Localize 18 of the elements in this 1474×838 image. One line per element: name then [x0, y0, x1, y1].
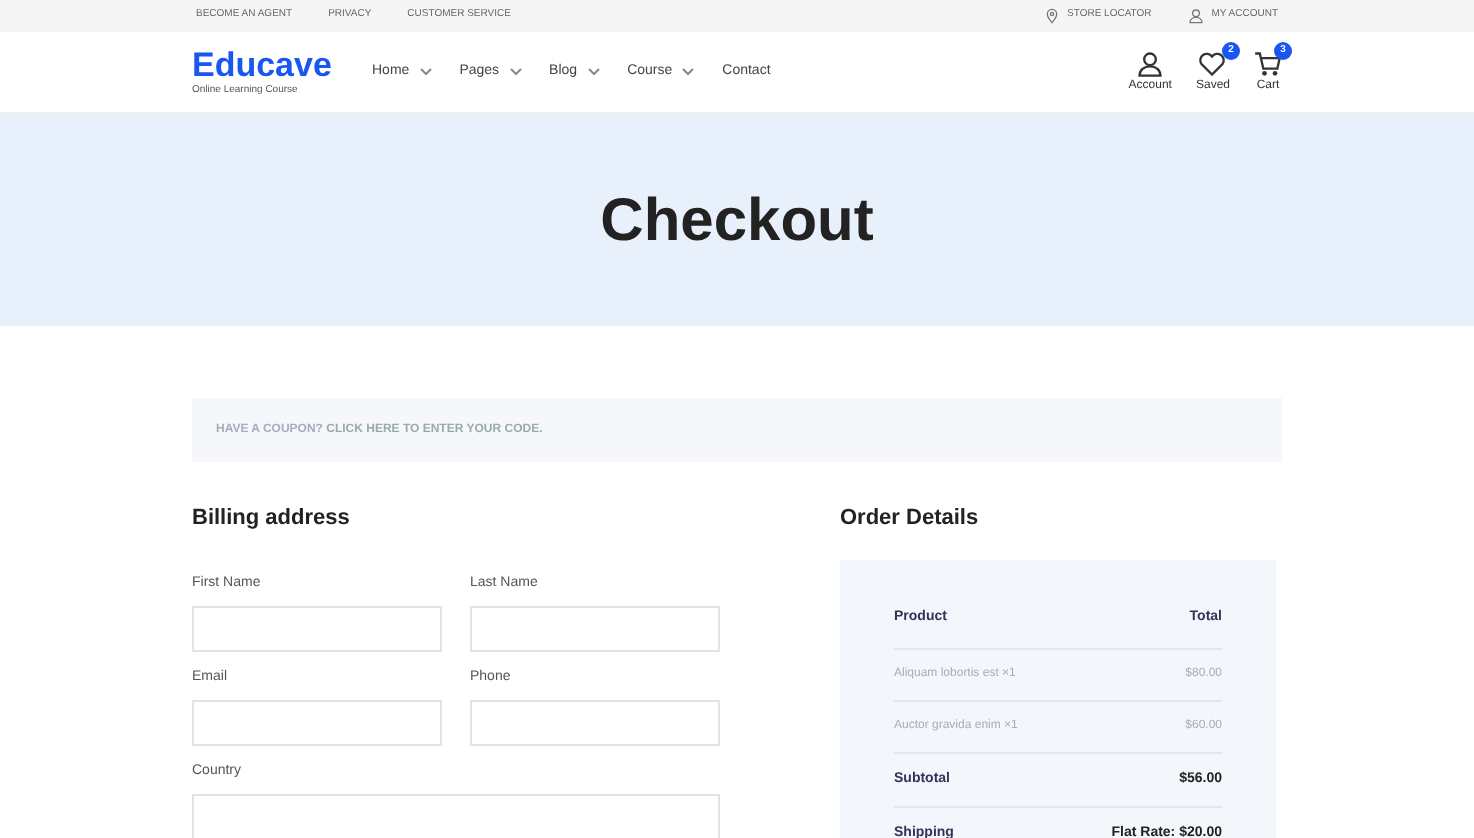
chevron-down-icon — [587, 68, 600, 76]
chevron-down-icon — [682, 68, 695, 76]
input-field[interactable] — [470, 700, 720, 746]
pin-icon — [1043, 8, 1060, 24]
input-field[interactable] — [192, 794, 720, 838]
user-icon — [1187, 8, 1204, 24]
user-icon — [1136, 50, 1165, 78]
input-field[interactable] — [470, 606, 720, 652]
section-title: Billing address — [192, 504, 352, 534]
chevron-down-icon — [509, 68, 522, 76]
section-title: Order Details — [840, 504, 981, 534]
chevron-down-icon — [419, 68, 432, 76]
input-field[interactable] — [192, 606, 442, 652]
logo[interactable]: Educave — [192, 47, 372, 83]
cart-icon — [1254, 50, 1282, 78]
heart-icon — [1198, 50, 1227, 78]
page-title: Checkout — [600, 185, 874, 257]
input-field[interactable] — [192, 700, 442, 746]
